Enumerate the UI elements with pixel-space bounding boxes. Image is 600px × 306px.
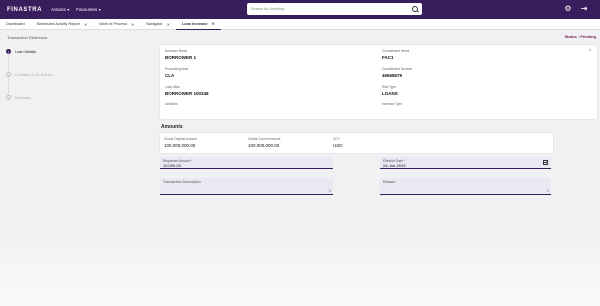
app-logo: FINASTRA [7,6,43,13]
global-current-amount-field: Global Current Amount 100,000,000.00 [248,137,280,148]
amounts-section-title: Amounts [161,124,183,130]
tab-label: Work In Process [99,22,127,26]
transaction-header: Transaction Reference Status : Pending [0,30,600,40]
field-value: 100,000,000.00 [248,142,280,148]
step-label: Summary [15,95,32,100]
field-value: FAC1 [382,54,394,60]
resize-handle-icon[interactable]: ⇲ [328,189,331,193]
field-value: LOANS [382,90,398,96]
close-icon[interactable]: ✕ [84,22,87,27]
processing-area-field: Processing Area CLA [165,67,188,78]
step-connector [8,78,9,94]
step-number: 3 [6,95,11,100]
field-label: Global Original Amount [164,137,197,141]
close-icon[interactable]: ✕ [131,22,134,27]
actions-menu[interactable]: Actions ▾ [51,7,69,12]
field-label: Activities [165,102,178,106]
logout-icon[interactable]: ⇥ [580,5,588,13]
field-label: Processing Area [165,67,189,71]
step-label: Loan Details [15,49,37,54]
global-original-amount-field: Global Original Amount 100,000,000.00 [164,137,197,148]
tab-label: Scheduled Activity Report [36,22,80,26]
resize-handle-icon[interactable]: ⇲ [546,189,549,193]
field-value: 46568679 [382,72,403,78]
chevron-down-icon: ▾ [67,7,70,12]
field-label: CCY [333,137,340,141]
field-value: USD [333,142,343,148]
step-label: Confirms & GL Entries [15,72,53,77]
field-label: Transaction Description [163,180,201,184]
transaction-description-textarea[interactable]: Transaction Description ⇲ [160,178,333,195]
borrower-name-field: Borrower Name BORROWER 1 [165,49,196,60]
tab-scheduled-activity-report[interactable]: Scheduled Activity Report ✕ [31,19,94,30]
field-value: CLA [165,72,175,78]
chevron-down-icon: ▾ [98,7,101,12]
tab-label: Dashboard [6,22,25,26]
bottom-fade-overlay [0,230,600,306]
search-input[interactable]: Search for Anything [251,7,412,11]
field-label: Risk Type [382,85,396,89]
close-icon[interactable]: ✕ [167,22,170,27]
tab-bar: Dashboard Scheduled Activity Report ✕ Wo… [0,19,600,30]
activities-field: Activities [165,102,178,106]
field-label: Global Current Amount [248,137,281,141]
field-label: Increase Type [382,102,402,106]
chevron-up-icon[interactable]: ⌃ [588,49,592,55]
reason-textarea[interactable]: Reason ⇲ [380,178,551,195]
field-label: Commitment Name [382,49,410,53]
workflow-stepper: 1 Loan Details 2 Confirms & GL Entries 3… [6,48,146,101]
tab-loan-increase[interactable]: Loan Increase ✕ [175,19,221,30]
step-number: 2 [6,72,11,77]
field-value: BORROWER 100348 [165,90,209,96]
amounts-card: Global Original Amount 100,000,000.00 Gl… [160,133,553,153]
favourites-menu[interactable]: Favourites ▾ [76,7,101,12]
tab-label: Loan Increase [181,21,208,26]
step-number: 1 [6,49,11,54]
field-label: Borrower Name [165,49,188,53]
field-value: BORROWER 1 [165,54,197,60]
step-summary[interactable]: 3 Summary [6,94,146,101]
field-label: Commitment Number [382,67,413,71]
transaction-reference: Transaction Reference [7,35,48,40]
actions-menu-label: Actions [51,7,66,12]
search-icon[interactable] [412,6,418,12]
step-connector [8,55,9,71]
tab-dashboard[interactable]: Dashboard [0,19,31,30]
tab-work-in-process[interactable]: Work In Process ✕ [93,19,140,30]
commitment-number-field: Commitment Number 46568679 [382,67,412,78]
status-badge: Status : Pending [564,34,596,39]
risk-type-field: Risk Type LOANS [382,85,398,96]
field-value[interactable]: 24-Jun-2019 [383,163,405,168]
tab-label: Navigator [146,22,163,26]
step-confirms-gl-entries[interactable]: 2 Confirms & GL Entries [6,71,146,78]
gear-icon[interactable]: ⚙ [564,5,572,13]
increase-type-field: Increase Type [382,102,402,106]
close-icon[interactable]: ✕ [212,21,215,26]
favourites-menu-label: Favourites [76,7,98,12]
step-loan-details[interactable]: 1 Loan Details [6,48,146,55]
calendar-icon[interactable] [543,160,548,165]
field-label: Loan Alias [165,85,180,89]
ccy-field: CCY USD [333,137,343,148]
field-value: 100,000,000.00 [164,142,196,148]
top-navigation-bar: FINASTRA Actions ▾ Favourites ▾ Search f… [0,0,600,19]
tab-navigator[interactable]: Navigator ✕ [140,19,176,30]
effective-date-input[interactable]: Effective Date * 24-Jun-2019 [380,157,551,169]
loan-alias-field: Loan Alias BORROWER 100348 [165,85,209,96]
field-label: Reason [383,180,396,184]
requested-amount-input[interactable]: Requested Amount * 10,000.00 [160,157,333,169]
global-search-box[interactable]: Search for Anything [247,3,422,15]
commitment-name-field: Commitment Name FAC1 [382,49,409,60]
loan-details-card: ⌃ Borrower Name BORROWER 1 Commitment Na… [160,45,597,119]
field-value[interactable]: 10,000.00 [163,163,181,168]
